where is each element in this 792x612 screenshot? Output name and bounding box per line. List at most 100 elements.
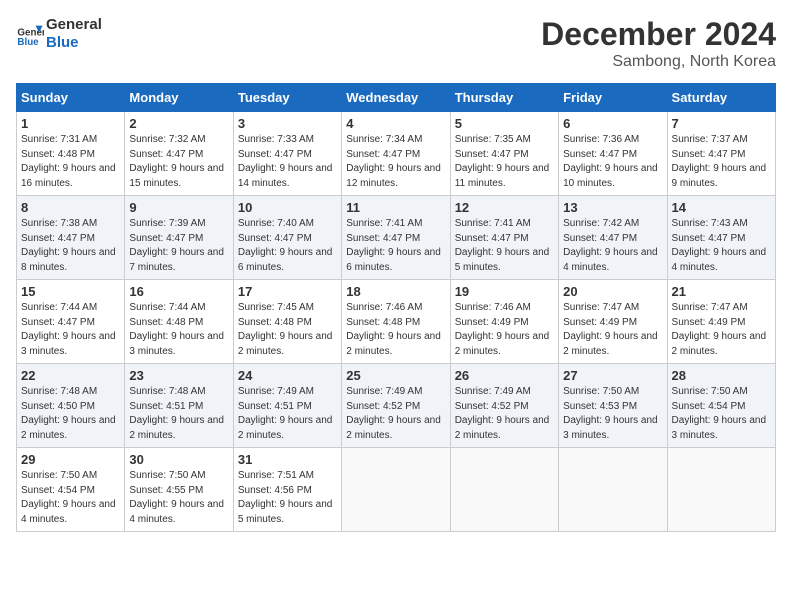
calendar-cell	[559, 448, 667, 532]
day-info: Sunrise: 7:38 AMSunset: 4:47 PMDaylight:…	[21, 217, 120, 275]
month-title: December 2024	[541, 16, 776, 53]
day-number: 10	[238, 200, 337, 215]
header: General Blue General Blue December 2024 …	[16, 16, 776, 71]
calendar-cell: 10 Sunrise: 7:40 AMSunset: 4:47 PMDaylig…	[233, 196, 341, 280]
day-info: Sunrise: 7:49 AMSunset: 4:52 PMDaylight:…	[346, 385, 445, 443]
day-info: Sunrise: 7:46 AMSunset: 4:49 PMDaylight:…	[455, 301, 554, 359]
week-row-3: 15 Sunrise: 7:44 AMSunset: 4:47 PMDaylig…	[17, 280, 776, 364]
day-number: 7	[672, 116, 771, 131]
day-number: 12	[455, 200, 554, 215]
day-info: Sunrise: 7:51 AMSunset: 4:56 PMDaylight:…	[238, 469, 337, 527]
calendar-cell	[342, 448, 450, 532]
day-header-monday: Monday	[125, 84, 233, 112]
calendar-table: SundayMondayTuesdayWednesdayThursdayFrid…	[16, 83, 776, 532]
day-info: Sunrise: 7:50 AMSunset: 4:55 PMDaylight:…	[129, 469, 228, 527]
calendar-cell: 15 Sunrise: 7:44 AMSunset: 4:47 PMDaylig…	[17, 280, 125, 364]
day-number: 1	[21, 116, 120, 131]
calendar-cell: 19 Sunrise: 7:46 AMSunset: 4:49 PMDaylig…	[450, 280, 558, 364]
calendar-cell: 21 Sunrise: 7:47 AMSunset: 4:49 PMDaylig…	[667, 280, 775, 364]
day-number: 13	[563, 200, 662, 215]
day-number: 19	[455, 284, 554, 299]
day-info: Sunrise: 7:33 AMSunset: 4:47 PMDaylight:…	[238, 133, 337, 191]
day-number: 15	[21, 284, 120, 299]
day-info: Sunrise: 7:50 AMSunset: 4:54 PMDaylight:…	[672, 385, 771, 443]
calendar-cell	[667, 448, 775, 532]
day-info: Sunrise: 7:49 AMSunset: 4:52 PMDaylight:…	[455, 385, 554, 443]
day-number: 9	[129, 200, 228, 215]
day-info: Sunrise: 7:32 AMSunset: 4:47 PMDaylight:…	[129, 133, 228, 191]
day-number: 2	[129, 116, 228, 131]
calendar-cell: 30 Sunrise: 7:50 AMSunset: 4:55 PMDaylig…	[125, 448, 233, 532]
day-number: 21	[672, 284, 771, 299]
day-info: Sunrise: 7:35 AMSunset: 4:47 PMDaylight:…	[455, 133, 554, 191]
day-number: 27	[563, 368, 662, 383]
main-container: General Blue General Blue December 2024 …	[0, 0, 792, 542]
day-number: 22	[21, 368, 120, 383]
day-info: Sunrise: 7:41 AMSunset: 4:47 PMDaylight:…	[455, 217, 554, 275]
logo: General Blue General Blue	[16, 16, 102, 52]
day-number: 18	[346, 284, 445, 299]
calendar-cell: 13 Sunrise: 7:42 AMSunset: 4:47 PMDaylig…	[559, 196, 667, 280]
day-info: Sunrise: 7:44 AMSunset: 4:48 PMDaylight:…	[129, 301, 228, 359]
calendar-cell: 18 Sunrise: 7:46 AMSunset: 4:48 PMDaylig…	[342, 280, 450, 364]
header-row: SundayMondayTuesdayWednesdayThursdayFrid…	[17, 84, 776, 112]
day-number: 3	[238, 116, 337, 131]
title-block: December 2024 Sambong, North Korea	[541, 16, 776, 71]
day-number: 8	[21, 200, 120, 215]
calendar-cell: 1 Sunrise: 7:31 AMSunset: 4:48 PMDayligh…	[17, 112, 125, 196]
day-header-saturday: Saturday	[667, 84, 775, 112]
week-row-4: 22 Sunrise: 7:48 AMSunset: 4:50 PMDaylig…	[17, 364, 776, 448]
calendar-cell: 5 Sunrise: 7:35 AMSunset: 4:47 PMDayligh…	[450, 112, 558, 196]
calendar-cell: 8 Sunrise: 7:38 AMSunset: 4:47 PMDayligh…	[17, 196, 125, 280]
day-info: Sunrise: 7:40 AMSunset: 4:47 PMDaylight:…	[238, 217, 337, 275]
day-header-tuesday: Tuesday	[233, 84, 341, 112]
calendar-cell: 23 Sunrise: 7:48 AMSunset: 4:51 PMDaylig…	[125, 364, 233, 448]
day-header-friday: Friday	[559, 84, 667, 112]
calendar-cell: 9 Sunrise: 7:39 AMSunset: 4:47 PMDayligh…	[125, 196, 233, 280]
day-number: 11	[346, 200, 445, 215]
day-info: Sunrise: 7:48 AMSunset: 4:51 PMDaylight:…	[129, 385, 228, 443]
day-info: Sunrise: 7:34 AMSunset: 4:47 PMDaylight:…	[346, 133, 445, 191]
calendar-cell: 22 Sunrise: 7:48 AMSunset: 4:50 PMDaylig…	[17, 364, 125, 448]
calendar-cell: 26 Sunrise: 7:49 AMSunset: 4:52 PMDaylig…	[450, 364, 558, 448]
week-row-1: 1 Sunrise: 7:31 AMSunset: 4:48 PMDayligh…	[17, 112, 776, 196]
calendar-cell: 3 Sunrise: 7:33 AMSunset: 4:47 PMDayligh…	[233, 112, 341, 196]
location-title: Sambong, North Korea	[541, 53, 776, 71]
day-number: 28	[672, 368, 771, 383]
day-info: Sunrise: 7:42 AMSunset: 4:47 PMDaylight:…	[563, 217, 662, 275]
calendar-cell: 6 Sunrise: 7:36 AMSunset: 4:47 PMDayligh…	[559, 112, 667, 196]
day-info: Sunrise: 7:47 AMSunset: 4:49 PMDaylight:…	[672, 301, 771, 359]
week-row-2: 8 Sunrise: 7:38 AMSunset: 4:47 PMDayligh…	[17, 196, 776, 280]
calendar-cell: 16 Sunrise: 7:44 AMSunset: 4:48 PMDaylig…	[125, 280, 233, 364]
calendar-cell: 14 Sunrise: 7:43 AMSunset: 4:47 PMDaylig…	[667, 196, 775, 280]
calendar-cell: 11 Sunrise: 7:41 AMSunset: 4:47 PMDaylig…	[342, 196, 450, 280]
logo-blue: Blue	[46, 34, 102, 52]
calendar-cell: 31 Sunrise: 7:51 AMSunset: 4:56 PMDaylig…	[233, 448, 341, 532]
day-info: Sunrise: 7:47 AMSunset: 4:49 PMDaylight:…	[563, 301, 662, 359]
calendar-cell	[450, 448, 558, 532]
day-number: 17	[238, 284, 337, 299]
calendar-cell: 12 Sunrise: 7:41 AMSunset: 4:47 PMDaylig…	[450, 196, 558, 280]
day-header-thursday: Thursday	[450, 84, 558, 112]
week-row-5: 29 Sunrise: 7:50 AMSunset: 4:54 PMDaylig…	[17, 448, 776, 532]
day-number: 16	[129, 284, 228, 299]
day-number: 31	[238, 452, 337, 467]
calendar-cell: 29 Sunrise: 7:50 AMSunset: 4:54 PMDaylig…	[17, 448, 125, 532]
day-number: 20	[563, 284, 662, 299]
day-number: 5	[455, 116, 554, 131]
day-info: Sunrise: 7:50 AMSunset: 4:54 PMDaylight:…	[21, 469, 120, 527]
day-info: Sunrise: 7:43 AMSunset: 4:47 PMDaylight:…	[672, 217, 771, 275]
day-number: 30	[129, 452, 228, 467]
day-info: Sunrise: 7:37 AMSunset: 4:47 PMDaylight:…	[672, 133, 771, 191]
calendar-cell: 20 Sunrise: 7:47 AMSunset: 4:49 PMDaylig…	[559, 280, 667, 364]
day-number: 23	[129, 368, 228, 383]
day-info: Sunrise: 7:48 AMSunset: 4:50 PMDaylight:…	[21, 385, 120, 443]
day-info: Sunrise: 7:45 AMSunset: 4:48 PMDaylight:…	[238, 301, 337, 359]
calendar-cell: 25 Sunrise: 7:49 AMSunset: 4:52 PMDaylig…	[342, 364, 450, 448]
calendar-cell: 7 Sunrise: 7:37 AMSunset: 4:47 PMDayligh…	[667, 112, 775, 196]
logo-general: General	[46, 16, 102, 34]
day-number: 6	[563, 116, 662, 131]
logo-icon: General Blue	[16, 20, 44, 48]
calendar-cell: 24 Sunrise: 7:49 AMSunset: 4:51 PMDaylig…	[233, 364, 341, 448]
day-number: 25	[346, 368, 445, 383]
